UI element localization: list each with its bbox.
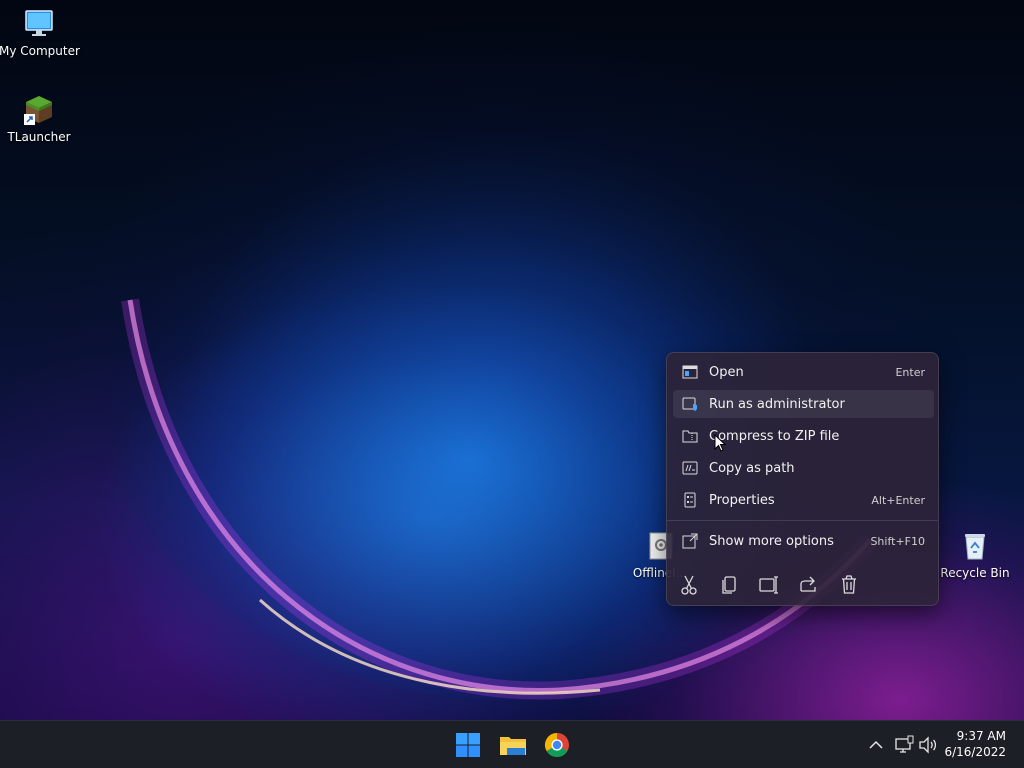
desktop-icon-label: My Computer [0, 44, 80, 58]
desktop-icon-label: TLauncher [7, 130, 71, 144]
menu-item-label: Compress to ZIP file [709, 428, 840, 444]
desktop-icon-label: Recycle Bin [940, 566, 1010, 580]
path-icon [682, 461, 698, 475]
share-icon[interactable] [797, 573, 821, 597]
menu-item-open[interactable]: Open Enter [673, 358, 934, 386]
clock-time: 9:37 AM [956, 729, 1006, 743]
open-window-icon [682, 365, 698, 379]
minecraft-grass-block-icon [23, 94, 55, 126]
menu-item-label: Run as administrator [709, 396, 845, 412]
desktop-icon-my-computer[interactable]: My Computer [0, 8, 80, 58]
rename-icon[interactable] [757, 573, 781, 597]
menu-item-show-more-options[interactable]: Show more options Shift+F10 [673, 527, 934, 555]
cut-icon[interactable] [677, 573, 701, 597]
network-icon[interactable] [894, 735, 914, 755]
file-explorer-icon[interactable] [497, 729, 529, 761]
menu-item-label: Properties [709, 492, 775, 508]
desktop: My Computer TLauncher OfflineI... Recycl… [0, 0, 1024, 720]
shield-window-icon [682, 397, 697, 411]
volume-icon[interactable] [918, 735, 938, 755]
menu-item-run-as-administrator[interactable]: Run as administrator [673, 390, 934, 418]
menu-item-label: Show more options [709, 533, 834, 549]
menu-item-shortcut: Shift+F10 [870, 534, 925, 548]
taskbar: 9:37 AM 6/16/2022 [0, 720, 1024, 768]
menu-item-properties[interactable]: Properties Alt+Enter [673, 486, 934, 514]
properties-icon [684, 492, 696, 508]
context-menu: Open Enter Run as administrator Compress… [666, 352, 939, 606]
menu-item-shortcut: Enter [895, 365, 925, 379]
zip-folder-icon [682, 430, 698, 443]
menu-item-compress-zip[interactable]: Compress to ZIP file [673, 422, 934, 450]
chevron-up-icon[interactable] [866, 735, 886, 755]
clock-date: 6/16/2022 [944, 745, 1006, 759]
expand-icon [682, 533, 698, 549]
desktop-icon-recycle-bin[interactable]: Recycle Bin [935, 530, 1015, 580]
menu-item-shortcut: Alt+Enter [871, 493, 925, 507]
recycle-bin-icon [959, 530, 991, 562]
tray-clock[interactable]: 9:37 AM 6/16/2022 [936, 728, 1006, 760]
menu-item-copy-as-path[interactable]: Copy as path [673, 454, 934, 482]
desktop-icon-tlauncher[interactable]: TLauncher [0, 94, 79, 144]
delete-icon[interactable] [837, 573, 861, 597]
menu-item-label: Open [709, 364, 744, 380]
menu-separator [667, 520, 938, 521]
chrome-icon[interactable] [541, 729, 573, 761]
monitor-icon [23, 8, 55, 40]
copy-icon[interactable] [717, 573, 741, 597]
mouse-cursor-icon [714, 434, 726, 452]
menu-item-label: Copy as path [709, 460, 795, 476]
start-icon[interactable] [452, 729, 484, 761]
